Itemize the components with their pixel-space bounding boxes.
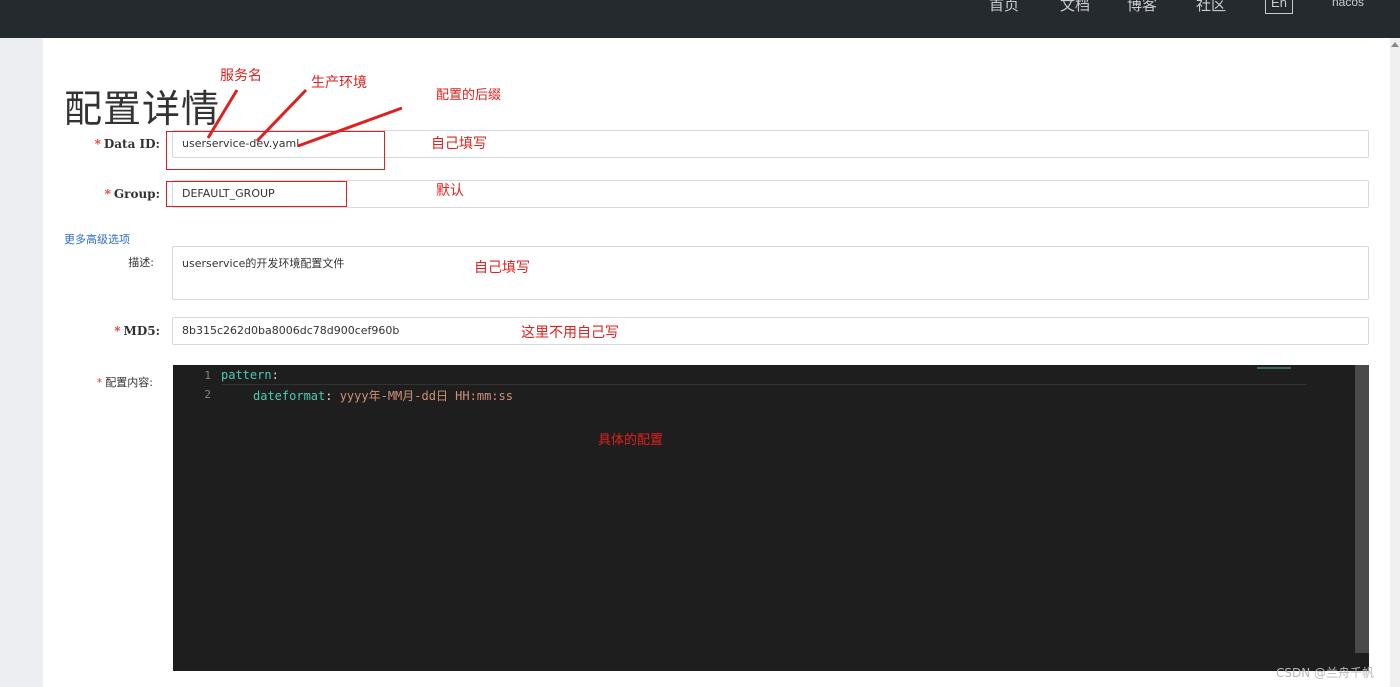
annotation-self-fill-description: 自己填写: [474, 260, 530, 276]
arrow-profile: [255, 88, 308, 143]
annotation-profile: 生产环境: [311, 75, 367, 91]
annotation-arrows: [206, 88, 403, 148]
watermark: CSDN @兰舟千帆: [1276, 666, 1375, 680]
annotation-self-fill-data-id: 自己填写: [431, 136, 487, 152]
annotation-service-name: 服务名: [220, 68, 262, 84]
annotation-default: 默认: [436, 183, 464, 199]
arrow-service-name: [206, 89, 239, 139]
annotation-specific-config: 具体的配置: [598, 433, 664, 448]
annotation-suffix: 配置的后缀: [436, 88, 502, 103]
arrow-suffix: [297, 106, 403, 148]
annotation-no-need: 这里不用自己写: [521, 325, 619, 341]
